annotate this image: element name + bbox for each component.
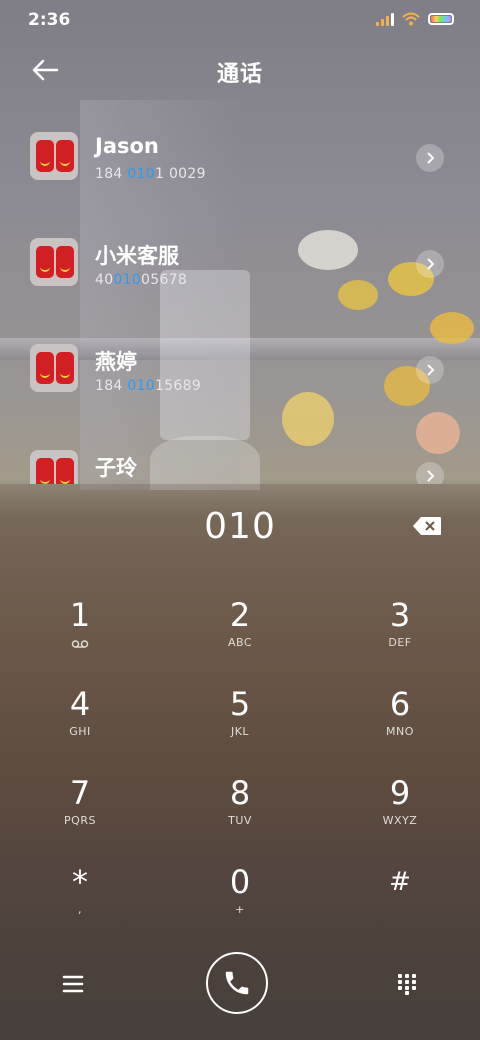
key-8[interactable]: 8 TUV bbox=[180, 774, 300, 854]
contact-detail-button[interactable] bbox=[416, 250, 444, 278]
wifi-icon bbox=[402, 12, 420, 26]
page-title: 通话 bbox=[216, 62, 263, 87]
status-bar: 2:36 bbox=[0, 0, 480, 40]
key-letters: PQRS bbox=[64, 814, 96, 827]
key-4[interactable]: 4 GHI bbox=[20, 685, 140, 765]
contact-number: 4001005678 bbox=[95, 272, 188, 288]
phone-icon bbox=[225, 971, 249, 995]
key-letters: MNO bbox=[386, 725, 414, 738]
header: 通话 bbox=[0, 50, 480, 90]
signal-icon bbox=[376, 12, 394, 26]
key-letters: ABC bbox=[227, 636, 253, 649]
key-hash[interactable]: # bbox=[340, 863, 460, 943]
key-digit: # bbox=[389, 867, 411, 897]
key-digit: 5 bbox=[229, 685, 251, 723]
key-6[interactable]: 6 MNO bbox=[340, 685, 460, 765]
number-match: 010 bbox=[127, 166, 155, 182]
key-digit: 4 bbox=[69, 685, 91, 723]
status-time: 2:36 bbox=[28, 10, 71, 30]
chevron-right-icon bbox=[427, 152, 435, 164]
contact-name: 小米客服 bbox=[95, 244, 179, 268]
key-2[interactable]: 2 ABC bbox=[180, 596, 300, 676]
key-5[interactable]: 5 JKL bbox=[180, 685, 300, 765]
avatar bbox=[30, 238, 78, 286]
contact-row[interactable]: 子玲 bbox=[0, 436, 480, 484]
key-9[interactable]: 9 WXYZ bbox=[340, 774, 460, 854]
call-button[interactable] bbox=[206, 952, 268, 1014]
key-star[interactable]: * , bbox=[20, 863, 140, 943]
key-digit: 8 bbox=[229, 774, 251, 812]
key-digit: 2 bbox=[229, 596, 251, 634]
number-match: 010 bbox=[113, 272, 142, 288]
avatar bbox=[30, 450, 78, 484]
key-digit: * bbox=[72, 863, 88, 901]
dialed-number-display[interactable]: 010 bbox=[0, 506, 480, 547]
contact-name: 燕婷 bbox=[95, 350, 137, 374]
chevron-right-icon bbox=[427, 364, 435, 376]
key-digit: 7 bbox=[69, 774, 91, 812]
key-letters: , bbox=[78, 903, 82, 916]
chevron-right-icon bbox=[427, 258, 435, 270]
contact-detail-button[interactable] bbox=[416, 462, 444, 484]
contact-detail-button[interactable] bbox=[416, 356, 444, 384]
key-digit: 1 bbox=[69, 596, 91, 634]
key-3[interactable]: 3 DEF bbox=[340, 596, 460, 676]
number-match: 010 bbox=[127, 378, 155, 394]
voicemail-icon bbox=[71, 640, 89, 648]
contact-row[interactable]: 燕婷 184 01015689 bbox=[0, 330, 480, 410]
key-digit: 3 bbox=[389, 596, 411, 634]
key-letters: TUV bbox=[228, 814, 252, 827]
key-letters: WXYZ bbox=[382, 814, 418, 827]
key-digit: 6 bbox=[389, 685, 411, 723]
contact-name: Jason bbox=[95, 134, 159, 158]
contact-name: 子玲 bbox=[95, 456, 137, 480]
menu-icon[interactable] bbox=[62, 974, 84, 994]
key-letters: + bbox=[235, 903, 245, 916]
key-digit: 9 bbox=[389, 774, 411, 812]
chevron-right-icon bbox=[427, 470, 435, 482]
key-0[interactable]: 0 + bbox=[180, 863, 300, 943]
contact-list: Jason 184 0101 0029 小米客服 4001005678 燕婷 1… bbox=[0, 118, 480, 484]
key-7[interactable]: 7 PQRS bbox=[20, 774, 140, 854]
avatar bbox=[30, 132, 78, 180]
contact-row[interactable]: 小米客服 4001005678 bbox=[0, 224, 480, 304]
keypad-icon[interactable] bbox=[396, 972, 418, 996]
contact-row[interactable]: Jason 184 0101 0029 bbox=[0, 118, 480, 198]
key-digit: 0 bbox=[229, 863, 251, 901]
contact-number: 184 0101 0029 bbox=[95, 166, 206, 182]
contact-detail-button[interactable] bbox=[416, 144, 444, 172]
key-letters: GHI bbox=[69, 725, 91, 738]
key-1[interactable]: 1 bbox=[20, 596, 140, 676]
contact-number: 184 01015689 bbox=[95, 378, 202, 394]
avatar bbox=[30, 344, 78, 392]
bottom-action-bar bbox=[0, 950, 480, 1030]
battery-icon bbox=[428, 13, 454, 25]
key-letters: DEF bbox=[388, 636, 412, 649]
backspace-icon[interactable] bbox=[412, 516, 442, 536]
status-icons bbox=[376, 12, 454, 26]
key-letters: JKL bbox=[230, 725, 250, 738]
